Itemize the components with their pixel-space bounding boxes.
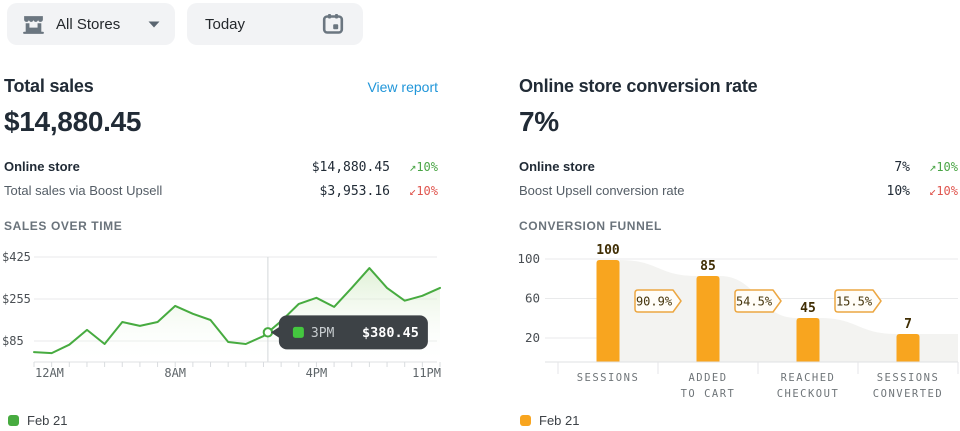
funnel-category-label: SESSIONS xyxy=(577,372,640,384)
chart-tooltip: 3PM $380.45 xyxy=(271,315,428,349)
bar-value-label: 85 xyxy=(700,259,716,274)
tooltip-time: 3PM xyxy=(311,326,335,341)
metric-delta-down: ↙10% xyxy=(390,180,438,203)
legend-label: Feb 21 xyxy=(539,413,579,428)
legend-label: Feb 21 xyxy=(27,413,67,428)
store-icon xyxy=(21,12,46,37)
conversion-rate-title: Online store conversion rate xyxy=(519,76,757,97)
metric-row-boost-upsell: Boost Upsell conversion rate 10% ↙10% xyxy=(519,179,958,203)
funnel-bar[interactable] xyxy=(897,334,920,362)
funnel-category-label: SESSIONS xyxy=(877,372,940,384)
x-axis-tick-label: 4PM xyxy=(306,366,328,380)
metric-value: $3,953.16 xyxy=(320,180,390,203)
conversion-badge-label: 15.5% xyxy=(836,295,873,309)
funnel-category-label: TO CART xyxy=(681,388,736,400)
x-axis-tick-label: 12AM xyxy=(35,366,64,380)
legend-swatch-green xyxy=(8,415,19,426)
metric-label: Total sales via Boost Upsell xyxy=(4,179,320,202)
metric-delta-up: ↗10% xyxy=(910,156,958,179)
conversion-badge-label: 54.5% xyxy=(736,295,773,309)
date-filter-label: Today xyxy=(205,16,245,33)
delta-percent: 10% xyxy=(416,160,438,174)
conversion-funnel-label: CONVERSION FUNNEL xyxy=(519,219,662,233)
bar-value-label: 7 xyxy=(904,317,912,332)
conversion-badge-label: 90.9% xyxy=(636,295,673,309)
metric-label: Online store xyxy=(4,155,312,178)
conversion-funnel-chart[interactable]: 100 60 20 100 85 45 7 90.9% 54.5% 15.5% SESSIONS AD… xyxy=(500,244,960,406)
conversion-rate-value: 7% xyxy=(519,106,958,138)
sales-over-time-label: SALES OVER TIME xyxy=(4,219,122,233)
metric-row-online-store: Online store 7% ↗10% xyxy=(519,155,958,179)
sales-over-time-chart[interactable]: $425 $255 $85 12AM 8AM 4PM 11PM 3PM $380.45 xyxy=(0,244,460,384)
delta-percent: 10% xyxy=(936,160,958,174)
total-sales-breakdown: Online store $14,880.45 ↗10% Total sales… xyxy=(4,155,438,203)
metric-delta-up: ↗10% xyxy=(390,156,438,179)
funnel-chart-legend: Feb 21 xyxy=(520,413,579,428)
conversion-rate-card: Online store conversion rate 7% Online s… xyxy=(519,76,958,203)
metric-label: Boost Upsell conversion rate xyxy=(519,179,887,202)
store-filter-label: All Stores xyxy=(56,16,120,33)
view-report-link[interactable]: View report xyxy=(367,79,438,95)
tooltip-series-swatch xyxy=(293,327,304,338)
delta-percent: 10% xyxy=(936,184,958,198)
total-sales-title: Total sales xyxy=(4,76,94,97)
metric-delta-down: ↙10% xyxy=(910,180,958,203)
date-filter[interactable]: Today xyxy=(187,3,363,45)
conversion-breakdown: Online store 7% ↗10% Boost Upsell conver… xyxy=(519,155,958,203)
metric-value: 10% xyxy=(887,180,910,203)
y-axis-tick-label: $85 xyxy=(2,334,24,348)
total-sales-card: Total sales View report $14,880.45 Onlin… xyxy=(4,76,438,203)
y-axis-tick-label: 100 xyxy=(517,251,540,266)
y-axis-tick-label: 20 xyxy=(525,330,540,345)
metric-value: 7% xyxy=(894,156,910,179)
hover-point-marker xyxy=(264,328,272,336)
topbar: All Stores Today xyxy=(7,3,363,45)
metric-row-online-store: Online store $14,880.45 ↗10% xyxy=(4,155,438,179)
sales-chart-legend: Feb 21 xyxy=(8,413,67,428)
funnel-category-label: REACHED xyxy=(781,372,836,384)
total-sales-value: $14,880.45 xyxy=(4,106,438,138)
funnel-category-label: CONVERTED xyxy=(873,388,943,400)
tooltip-value: $380.45 xyxy=(362,325,419,341)
analytics-dashboard: All Stores Today Total sales View report… xyxy=(0,0,960,431)
legend-swatch-orange xyxy=(520,415,531,426)
metric-value: $14,880.45 xyxy=(312,156,390,179)
x-axis-tick-label: 11PM xyxy=(412,366,441,380)
y-axis-tick-label: $255 xyxy=(2,292,31,306)
funnel-bar[interactable] xyxy=(597,260,620,362)
calendar-icon xyxy=(321,12,345,36)
funnel-bar[interactable] xyxy=(797,318,820,362)
y-axis-tick-label: $425 xyxy=(2,250,31,264)
chevron-down-icon xyxy=(147,16,161,33)
metric-label: Online store xyxy=(519,155,894,178)
y-axis-tick-label: 60 xyxy=(525,291,540,306)
delta-percent: 10% xyxy=(416,184,438,198)
bar-value-label: 45 xyxy=(800,301,816,316)
funnel-category-label: CHECKOUT xyxy=(777,388,840,400)
funnel-bar[interactable] xyxy=(697,276,720,362)
bar-value-label: 100 xyxy=(596,244,620,258)
metric-row-boost-upsell: Total sales via Boost Upsell $3,953.16 ↙… xyxy=(4,179,438,203)
x-axis-tick-label: 8AM xyxy=(164,366,186,380)
funnel-category-label: ADDED xyxy=(688,372,727,384)
store-filter-dropdown[interactable]: All Stores xyxy=(7,3,175,45)
